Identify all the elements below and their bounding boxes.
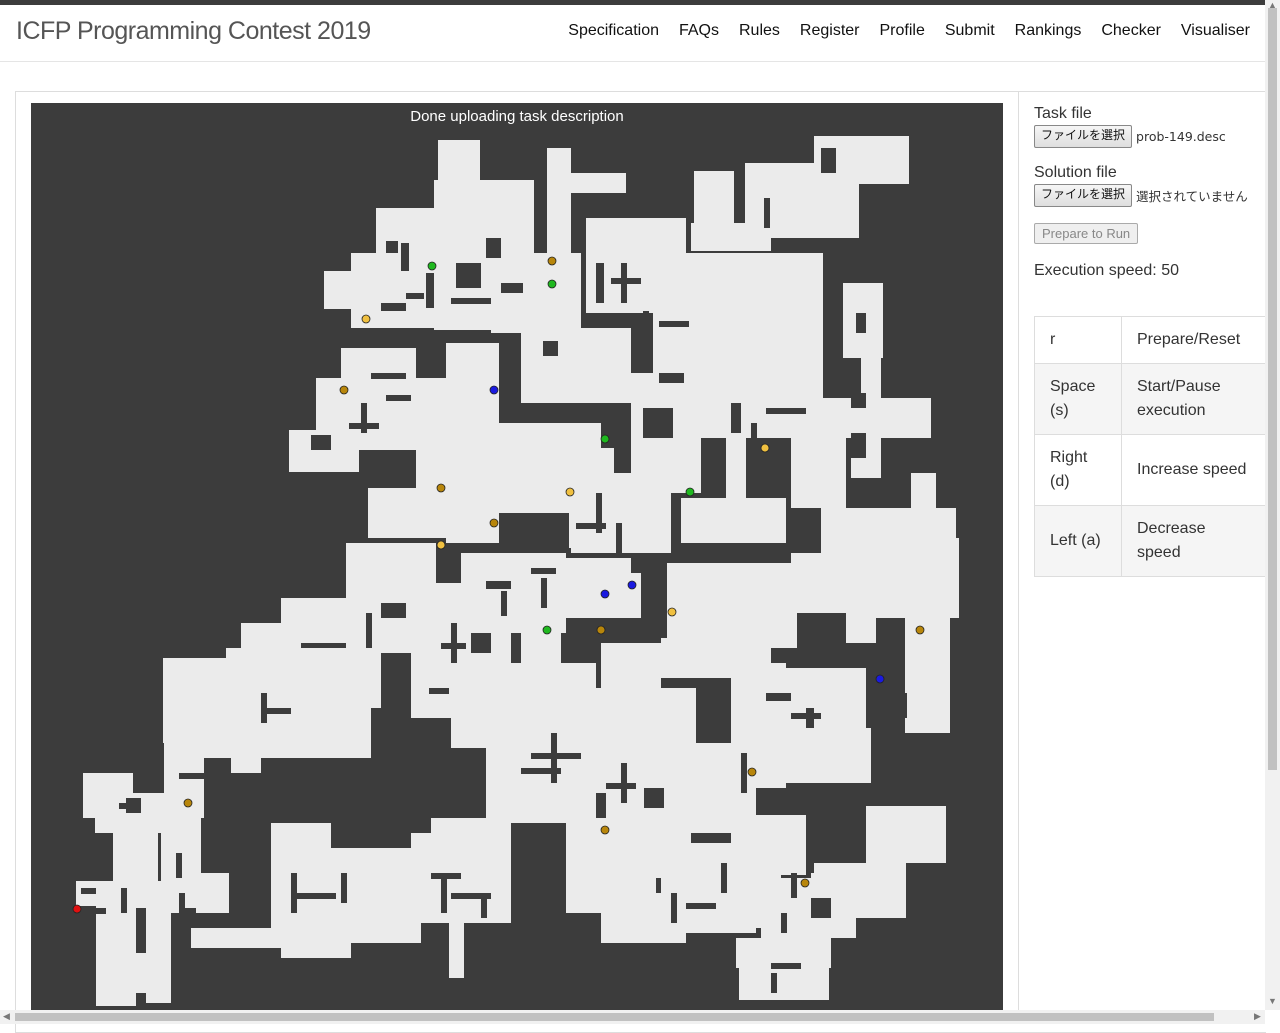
scroll-right-icon[interactable]: ▶ xyxy=(1254,1011,1261,1022)
nav-rankings[interactable]: Rankings xyxy=(1005,22,1092,40)
nav-checker[interactable]: Checker xyxy=(1091,22,1171,40)
shortcut-action: Decrease speed xyxy=(1121,505,1265,577)
booster-marker xyxy=(436,540,446,550)
nav-rules[interactable]: Rules xyxy=(729,22,790,40)
booster-marker xyxy=(747,767,757,777)
booster-marker xyxy=(596,625,606,635)
shortcut-key: Space (s) xyxy=(1034,363,1122,435)
booster-marker xyxy=(542,625,552,635)
booster-marker xyxy=(685,487,695,497)
scroll-left-icon[interactable]: ◀ xyxy=(3,1011,10,1022)
nav-submit[interactable]: Submit xyxy=(935,22,1005,40)
nav-menu: Specification FAQs Rules Register Profil… xyxy=(558,22,1250,40)
navbar: ICFP Programming Contest 2019 Specificat… xyxy=(0,5,1265,62)
booster-marker xyxy=(436,483,446,493)
shortcut-action: Increase speed xyxy=(1121,434,1265,506)
control-sidebar: Task file ファイルを選択 prob-149.desc Solution… xyxy=(1034,105,1265,280)
shortcut-key: r xyxy=(1034,316,1122,364)
task-file-row: ファイルを選択 prob-149.desc xyxy=(1034,125,1265,148)
nav-specification[interactable]: Specification xyxy=(558,22,669,40)
solution-file-name: 選択されていません xyxy=(1136,189,1248,204)
booster-marker xyxy=(600,434,610,444)
task-file-button[interactable]: ファイルを選択 xyxy=(1034,125,1133,148)
nav-visualiser[interactable]: Visualiser xyxy=(1171,22,1250,40)
booster-marker xyxy=(760,443,770,453)
nav-profile[interactable]: Profile xyxy=(869,22,934,40)
booster-marker xyxy=(915,625,925,635)
site-title[interactable]: ICFP Programming Contest 2019 xyxy=(16,17,371,46)
booster-marker xyxy=(600,825,610,835)
solution-file-row: ファイルを選択 選択されていません xyxy=(1034,184,1265,207)
sidebar-divider xyxy=(1018,92,1019,1012)
shortcut-action: Start/Pause execution xyxy=(1121,363,1265,435)
vertical-scrollbar-thumb[interactable] xyxy=(1268,8,1277,770)
booster-marker xyxy=(361,314,371,324)
horizontal-scrollbar-thumb[interactable] xyxy=(15,1013,1214,1021)
booster-marker xyxy=(875,674,885,684)
map-canvas[interactable]: Done uploading task description xyxy=(31,103,1003,1013)
booster-marker xyxy=(547,279,557,289)
nav-faqs[interactable]: FAQs xyxy=(669,22,729,40)
booster-marker xyxy=(489,518,499,528)
booster-marker xyxy=(547,256,557,266)
table-row: Left (a) Decrease speed xyxy=(1034,505,1265,577)
map-drawing xyxy=(72,136,959,1006)
booster-marker xyxy=(627,580,637,590)
table-row: Right (d) Increase speed xyxy=(1034,434,1265,506)
table-row: r Prepare/Reset xyxy=(1034,316,1265,364)
nav-register[interactable]: Register xyxy=(790,22,870,40)
shortcut-action: Prepare/Reset xyxy=(1121,316,1265,364)
solution-file-label: Solution file xyxy=(1034,164,1117,181)
solution-file-button[interactable]: ファイルを選択 xyxy=(1034,184,1133,207)
task-file-name: prob-149.desc xyxy=(1136,129,1226,144)
shortcut-key: Right (d) xyxy=(1034,434,1122,506)
shortcut-key: Left (a) xyxy=(1034,505,1122,577)
booster-marker xyxy=(800,878,810,888)
execution-speed: Execution speed: 50 xyxy=(1034,262,1179,279)
booster-marker xyxy=(667,607,677,617)
booster-marker xyxy=(427,261,437,271)
prepare-to-run-button[interactable]: Prepare to Run xyxy=(1034,223,1139,244)
booster-marker xyxy=(489,385,499,395)
scroll-down-icon[interactable]: ▼ xyxy=(1268,996,1277,1006)
task-file-label: Task file xyxy=(1034,105,1092,122)
worker-marker xyxy=(72,904,82,914)
scroll-up-icon[interactable]: ▲ xyxy=(1268,0,1277,10)
upload-status: Done uploading task description xyxy=(410,108,624,125)
booster-marker xyxy=(183,798,193,808)
shortcut-table: r Prepare/Reset Space (s) Start/Pause ex… xyxy=(1034,316,1265,577)
booster-marker xyxy=(600,589,610,599)
table-row: Space (s) Start/Pause execution xyxy=(1034,363,1265,435)
booster-marker xyxy=(339,385,349,395)
booster-marker xyxy=(565,487,575,497)
